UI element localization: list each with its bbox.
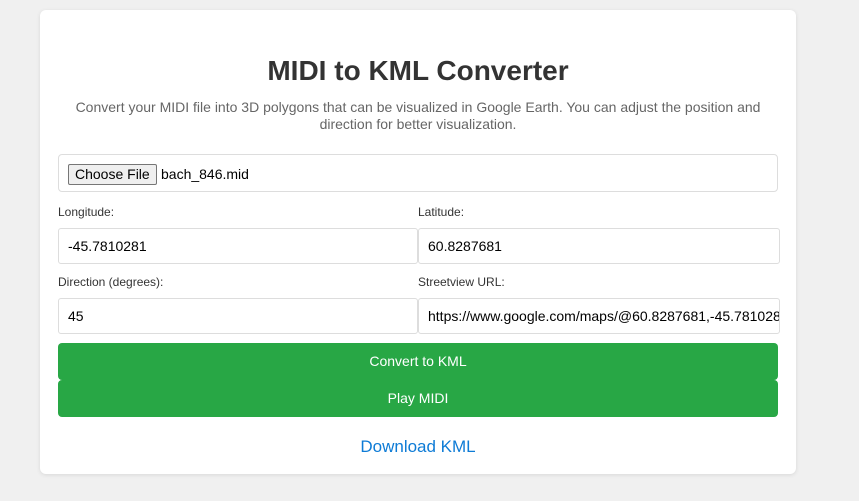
longitude-label: Longitude: (58, 205, 115, 219)
latitude-input[interactable]: 60.8287681 (418, 228, 780, 264)
direction-input[interactable]: 45 (58, 298, 418, 334)
selected-file-name: bach_846.mid (161, 166, 249, 182)
streetview-url-input[interactable]: https://www.google.com/maps/@60.8287681,… (418, 298, 780, 334)
longitude-input[interactable]: -45.7810281 (58, 228, 418, 264)
file-input[interactable]: Choose File bach_846.mid (58, 154, 778, 192)
latitude-label: Latitude: (418, 205, 465, 219)
download-kml-link[interactable]: Download KML (40, 437, 796, 457)
choose-file-button[interactable]: Choose File (68, 164, 157, 185)
streetview-label: Streetview URL: (418, 275, 505, 289)
play-midi-button[interactable]: Play MIDI (58, 380, 778, 417)
converter-card: MIDI to KML Converter Convert your MIDI … (40, 10, 796, 474)
page-title: MIDI to KML Converter (267, 55, 569, 86)
direction-label: Direction (degrees): (58, 275, 164, 289)
page-description: Convert your MIDI file into 3D polygons … (75, 99, 761, 132)
convert-to-kml-button[interactable]: Convert to KML (58, 343, 778, 380)
